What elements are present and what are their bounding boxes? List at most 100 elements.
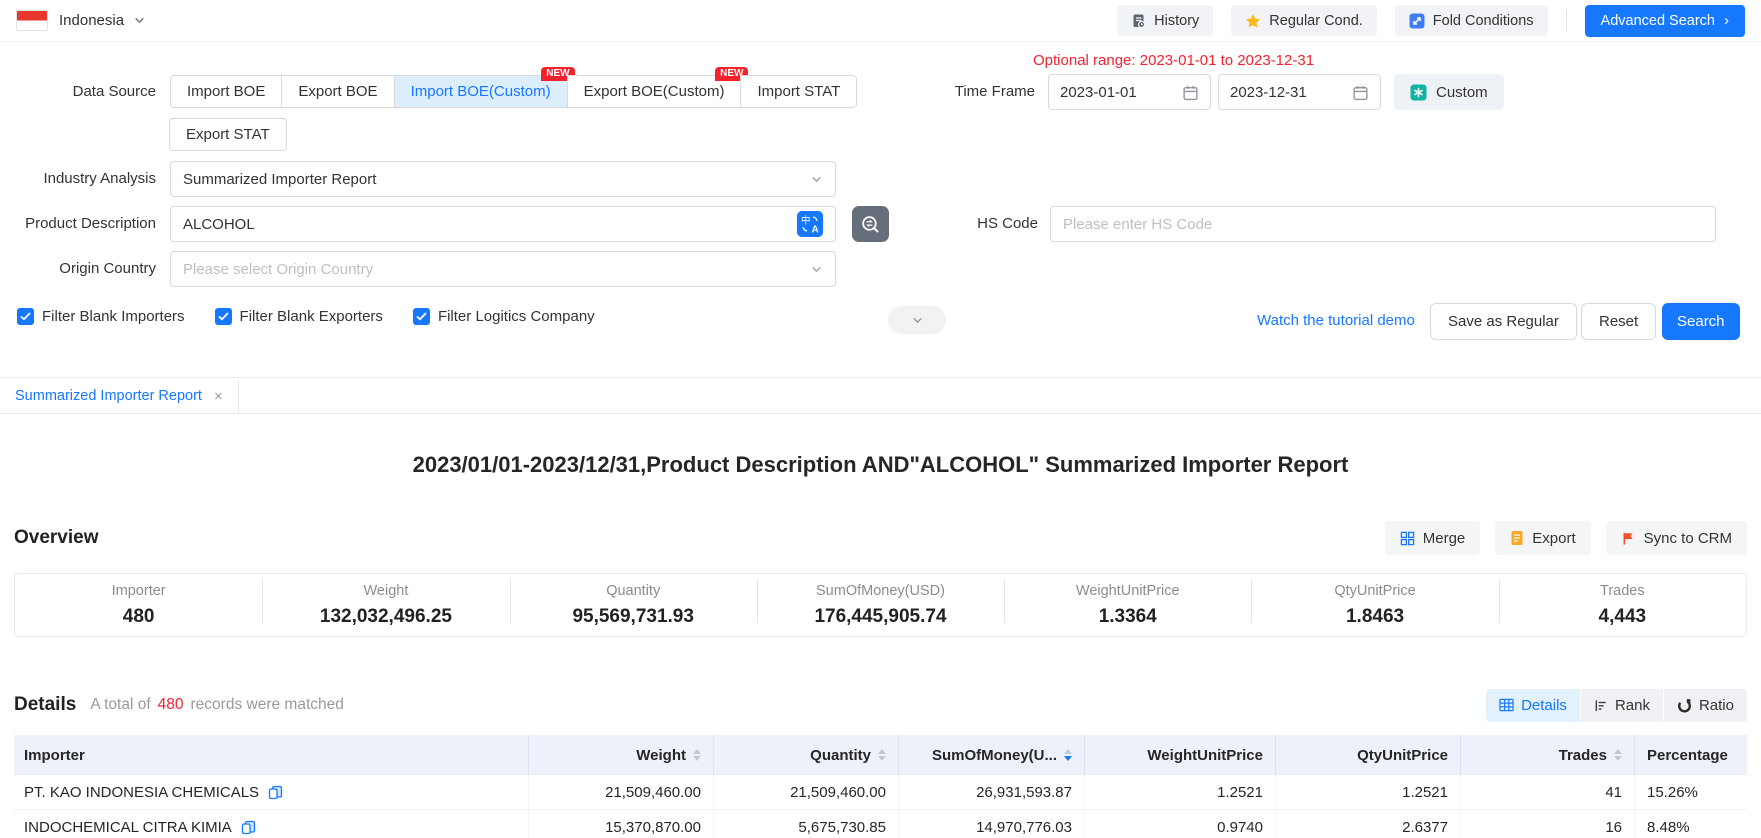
col-qty-unit-price[interactable]: QtyUnitPrice: [1275, 735, 1460, 775]
data-source-group: Import BOE Export BOE Import BOE(Custom)…: [170, 75, 857, 108]
weight-unit-price-cell: 1.2521: [1084, 775, 1275, 809]
reset-button[interactable]: Reset: [1581, 303, 1656, 340]
table-header-row: Importer Weight Quantity SumOfMoney(U...…: [14, 735, 1747, 775]
table-row[interactable]: INDOCHEMICAL CITRA KIMIA 15,370,870.00 5…: [14, 810, 1747, 838]
star-icon: [1245, 13, 1261, 29]
export-label: Export: [1532, 530, 1575, 547]
data-source-export-stat[interactable]: Export STAT: [169, 118, 287, 151]
stat-sum-of-money: SumOfMoney(USD) 176,445,905.74: [757, 583, 1004, 628]
importer-name[interactable]: PT. KAO INDONESIA CHEMICALS: [24, 784, 259, 801]
stat-label: WeightUnitPrice: [1004, 583, 1251, 599]
weight-cell: 15,370,870.00: [528, 810, 713, 838]
advanced-search-button[interactable]: Advanced Search ›: [1585, 5, 1745, 37]
table-row[interactable]: PT. KAO INDONESIA CHEMICALS 21,509,460.0…: [14, 775, 1747, 810]
save-as-regular-button[interactable]: Save as Regular: [1430, 303, 1577, 340]
tab-close-icon[interactable]: ×: [214, 389, 223, 404]
search-form: Optional range: 2023-01-01 to 2023-12-31…: [0, 42, 1761, 378]
filter-blank-importers[interactable]: Filter Blank Importers: [17, 308, 185, 325]
col-weight-unit-price[interactable]: WeightUnitPrice: [1084, 735, 1275, 775]
export-button[interactable]: Export: [1495, 521, 1590, 555]
data-source-export-boe[interactable]: Export BOE: [281, 75, 394, 108]
topbar-actions: History Regular Cond. Fold Conditions Ad…: [1117, 5, 1745, 37]
data-source-export-boe-custom[interactable]: Export BOE(Custom) NEW: [567, 75, 742, 108]
view-ratio-label: Ratio: [1699, 697, 1734, 714]
search-button[interactable]: Search: [1662, 303, 1740, 340]
tab-label: Summarized Importer Report: [15, 388, 202, 404]
export-icon: [1510, 530, 1524, 546]
overview-stats-panel: Importer 480 Weight 132,032,496.25 Quant…: [14, 573, 1747, 637]
sort-icon[interactable]: [878, 749, 886, 761]
stat-value: 95,569,731.93: [510, 606, 757, 628]
product-description-field[interactable]: 中A: [170, 206, 836, 242]
history-button[interactable]: History: [1117, 5, 1213, 36]
calendar-icon[interactable]: [1352, 84, 1369, 101]
total-prefix: A total of: [90, 696, 150, 714]
col-importer[interactable]: Importer: [14, 735, 528, 775]
hs-code-input[interactable]: [1063, 216, 1703, 233]
date-end-field[interactable]: [1218, 74, 1381, 110]
details-view-icon: [1499, 698, 1514, 712]
col-trades[interactable]: Trades: [1460, 735, 1634, 775]
merge-icon: [1400, 531, 1415, 546]
checkbox-checked-icon[interactable]: [413, 308, 430, 325]
view-details-label: Details: [1521, 697, 1567, 714]
overview-heading: Overview: [14, 527, 99, 549]
origin-country-select[interactable]: Please select Origin Country: [170, 251, 836, 287]
country-selector[interactable]: Indonesia: [59, 12, 124, 29]
importer-cell: INDOCHEMICAL CITRA KIMIA: [14, 810, 528, 838]
hs-code-field[interactable]: [1050, 206, 1716, 242]
filter-blank-exporters[interactable]: Filter Blank Exporters: [215, 308, 383, 325]
expand-conditions-button[interactable]: [888, 306, 946, 334]
custom-icon: [1410, 84, 1427, 101]
fold-conditions-button[interactable]: Fold Conditions: [1395, 5, 1548, 36]
checkbox-checked-icon[interactable]: [17, 308, 34, 325]
view-rank-button[interactable]: Rank: [1580, 689, 1663, 722]
calendar-icon[interactable]: [1182, 84, 1199, 101]
date-end-input[interactable]: [1230, 84, 1352, 101]
data-source-import-boe[interactable]: Import BOE: [170, 75, 282, 108]
stat-importer: Importer 480: [15, 583, 262, 628]
data-source-import-stat[interactable]: Import STAT: [740, 75, 857, 108]
translate-icon[interactable]: 中A: [797, 211, 823, 237]
importer-name[interactable]: INDOCHEMICAL CITRA KIMIA: [24, 819, 232, 836]
regular-cond-button[interactable]: Regular Cond.: [1231, 5, 1377, 36]
stat-qty-unit-price: QtyUnitPrice 1.8463: [1251, 583, 1498, 628]
col-label: WeightUnitPrice: [1147, 747, 1263, 764]
chevron-down-icon: [810, 263, 823, 276]
checkbox-checked-icon[interactable]: [215, 308, 232, 325]
trades-cell: 41: [1460, 775, 1634, 809]
merge-button[interactable]: Merge: [1385, 521, 1481, 555]
fuzzy-search-icon[interactable]: [852, 206, 889, 242]
sort-icon[interactable]: [1614, 749, 1622, 761]
industry-analysis-select[interactable]: Summarized Importer Report: [170, 161, 836, 197]
stat-value: 1.3364: [1004, 606, 1251, 628]
origin-country-placeholder: Please select Origin Country: [183, 261, 810, 278]
sort-icon-active-desc[interactable]: [1064, 749, 1072, 761]
product-description-input[interactable]: [183, 216, 797, 233]
col-sum-of-money[interactable]: SumOfMoney(U...: [898, 735, 1084, 775]
custom-range-button[interactable]: Custom: [1394, 74, 1504, 110]
date-start-input[interactable]: [1060, 84, 1182, 101]
col-percentage[interactable]: Percentage: [1634, 735, 1747, 775]
copy-icon[interactable]: [268, 785, 283, 800]
view-details-button[interactable]: Details: [1486, 689, 1580, 722]
tab-summarized-importer-report[interactable]: Summarized Importer Report ×: [0, 379, 239, 413]
date-start-field[interactable]: [1048, 74, 1211, 110]
col-label: Quantity: [810, 747, 871, 764]
overview-header: Overview Merge Export Sync to CRM: [14, 521, 1747, 555]
view-ratio-button[interactable]: Ratio: [1663, 689, 1747, 722]
col-quantity[interactable]: Quantity: [713, 735, 898, 775]
col-weight[interactable]: Weight: [528, 735, 713, 775]
view-switcher: Details Rank Ratio: [1486, 689, 1747, 722]
copy-icon[interactable]: [241, 820, 256, 835]
percentage-cell: 8.48%: [1634, 810, 1747, 838]
country-chevron-down-icon[interactable]: [133, 14, 146, 27]
history-label: History: [1154, 13, 1199, 29]
filter-logitics-company[interactable]: Filter Logitics Company: [413, 308, 595, 325]
tutorial-demo-link[interactable]: Watch the tutorial demo: [1257, 312, 1415, 329]
filter-label: Filter Logitics Company: [438, 308, 595, 325]
sort-icon[interactable]: [693, 749, 701, 761]
report-title: 2023/01/01-2023/12/31,Product Descriptio…: [0, 452, 1761, 478]
data-source-import-boe-custom[interactable]: Import BOE(Custom) NEW: [394, 75, 568, 108]
sync-to-crm-button[interactable]: Sync to CRM: [1606, 521, 1747, 555]
